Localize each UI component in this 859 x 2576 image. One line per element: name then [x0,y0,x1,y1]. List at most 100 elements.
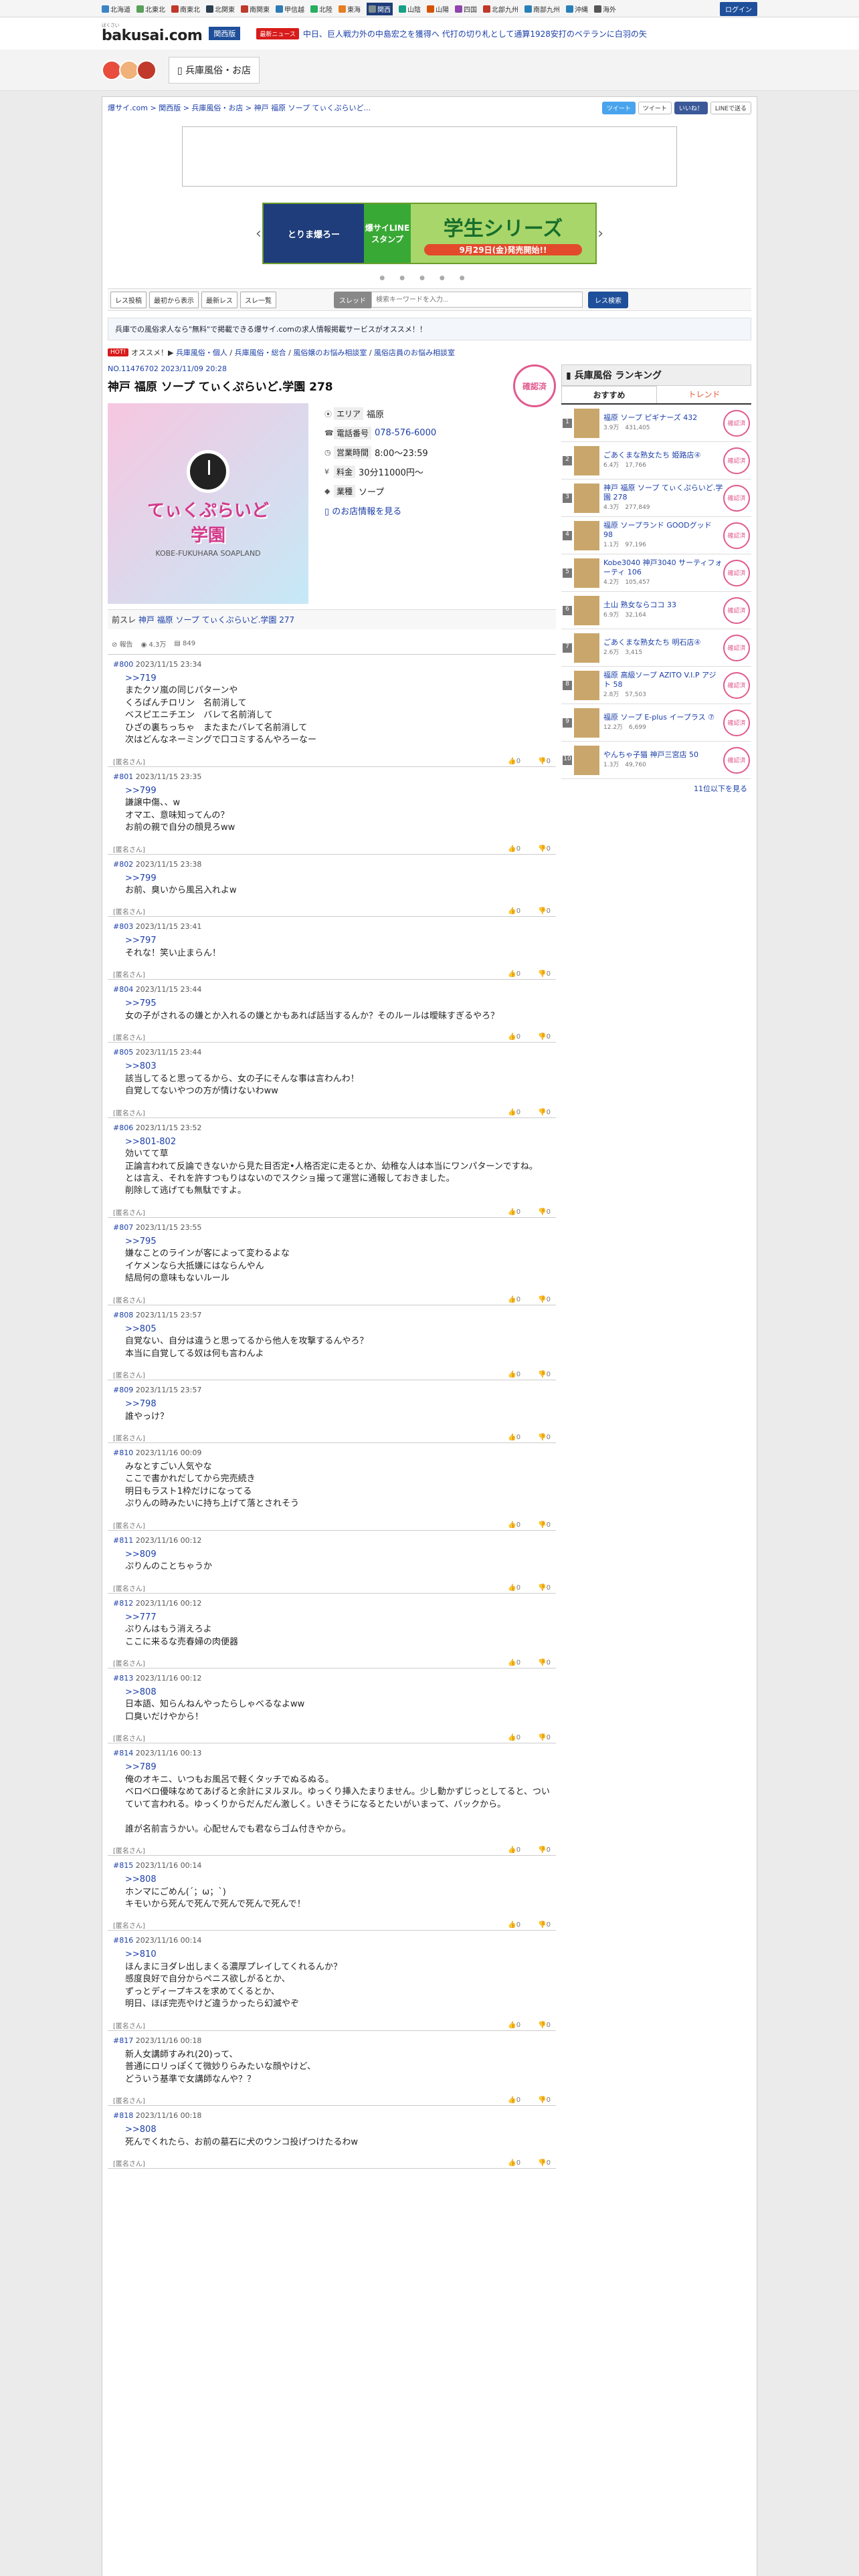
region-link[interactable]: 沖縄 [566,4,588,14]
chevron-left-icon[interactable]: ‹ [256,225,262,242]
thumbs-down-button[interactable]: 👎0 [538,1584,551,1592]
thumbs-down-button[interactable]: 👎0 [538,907,551,915]
shop-thumbnail[interactable] [574,558,599,588]
post-number[interactable]: #807 [113,1223,133,1232]
tweet-button[interactable]: ツイート [638,101,672,114]
ranking-title-link[interactable]: Kobe3040 神戸3040 サーティフォーティ 106 [603,558,722,576]
thumbs-up-button[interactable]: 👍0 [508,845,520,853]
reply-anchor-link[interactable]: >>799 [125,786,157,796]
thumbs-down-button[interactable]: 👎0 [538,1033,551,1041]
post-number[interactable]: #818 [113,2111,133,2120]
shop-thumbnail[interactable] [574,745,599,775]
region-link[interactable]: 四国 [455,4,477,14]
ranking-item[interactable]: 7 ごあくまな熟女たち 明石店④ 2.6万 3,415 確認済 [561,629,751,667]
report-button[interactable]: ⊘ 報告 [112,639,133,649]
post-number[interactable]: #804 [113,985,133,994]
reply-anchor-link[interactable]: >>801-802 [125,1137,176,1147]
reply-anchor-link[interactable]: >>808 [125,1874,157,1885]
ranking-title-link[interactable]: 福原 高級ソープ AZITO V.I.P アジト 58 [603,671,717,689]
carousel-dots[interactable]: ●●●●● [108,275,751,282]
post-number[interactable]: #800 [113,660,133,669]
ranking-item[interactable]: 6 土山 熟女ならココ 33 6.9万 32,164 確認済 [561,592,751,629]
reply-anchor-link[interactable]: >>795 [125,1237,157,1247]
region-link[interactable]: 海外 [594,4,616,14]
region-link[interactable]: 南関東 [241,4,270,14]
thumbs-up-button[interactable]: 👍0 [508,1109,520,1116]
thumbs-up-button[interactable]: 👍0 [508,1434,520,1441]
ranking-title-link[interactable]: 土山 熟女ならココ 33 [603,601,676,609]
ranking-more-link[interactable]: 11位以下を見る [694,784,747,793]
post-number[interactable]: #808 [113,1311,133,1319]
ranking-item[interactable]: 8 福原 高級ソープ AZITO V.I.P アジト 58 2.8万 57,503 確… [561,667,751,704]
thumbs-up-button[interactable]: 👍0 [508,1659,520,1667]
category-tab[interactable]: ▯ 兵庫風俗・お店 [169,57,260,84]
hot-link[interactable]: 兵庫風俗・総合 [235,348,286,357]
post-number[interactable]: #809 [113,1386,133,1394]
tel-link[interactable]: 078-576-6000 [375,428,436,438]
region-badge[interactable]: 関西版 [209,27,241,40]
region-link[interactable]: 南部九州 [524,4,560,14]
region-link[interactable]: 甲信越 [276,4,304,14]
post-number[interactable]: #803 [113,922,133,931]
thumbs-up-button[interactable]: 👍0 [508,1371,520,1378]
reply-anchor-link[interactable]: >>805 [125,1324,157,1334]
post-number[interactable]: #813 [113,1674,133,1683]
prev-thread-link[interactable]: 神戸 福原 ソープ てぃくぷらいど.学園 277 [138,615,294,625]
ranking-title-link[interactable]: ごあくまな熟女たち 姫路店④ [603,451,700,459]
banner-carousel[interactable]: ‹ とりま爆ろー 爆サイLINEスタンプ 学生シリーズ 9月29日(金)発売開始!… [256,200,603,267]
post-number[interactable]: #810 [113,1448,133,1457]
login-button[interactable]: ログイン [720,1,757,16]
reply-anchor-link[interactable]: >>719 [125,673,157,683]
reply-anchor-link[interactable]: >>810 [125,1949,157,1959]
post-number[interactable]: #801 [113,772,133,781]
post-number[interactable]: #811 [113,1536,133,1545]
ranking-title-link[interactable]: 福原 ソープランド GOODグッド 98 [603,521,712,539]
thumbs-up-button[interactable]: 👍0 [508,1734,520,1741]
thumbs-down-button[interactable]: 👎0 [538,1371,551,1378]
region-link[interactable]: 南東北 [171,4,200,14]
hot-link[interactable]: 風俗嬢のお悩み相談室 [293,348,367,357]
shop-logo-image[interactable]: てぃくぷらいど 学園 KOBE-FUKUHARA SOAPLAND [108,403,308,604]
thumbs-down-button[interactable]: 👎0 [538,2097,551,2104]
shop-thumbnail[interactable] [574,483,599,513]
reply-anchor-link[interactable]: >>798 [125,1399,157,1409]
ranking-item[interactable]: 2 ごあくまな熟女たち 姫路店④ 6.4万 17,766 確認済 [561,442,751,479]
post-number[interactable]: #816 [113,1936,133,1945]
site-logo[interactable]: ばくさい bakusai.com [102,23,203,43]
thumbs-up-button[interactable]: 👍0 [508,1921,520,1929]
region-link[interactable]: 山陽 [427,4,449,14]
post-number[interactable]: #805 [113,1048,133,1057]
post-number[interactable]: #817 [113,2036,133,2045]
reply-anchor-link[interactable]: >>799 [125,873,157,883]
thumbs-down-button[interactable]: 👎0 [538,2022,551,2029]
ranking-item[interactable]: 1 福原 ソープ ピギナーズ 432 3.9万 431,405 確認済 [561,405,751,442]
ranking-item[interactable]: 10 やんちゃ子猫 神戸三宮店 50 1.3万 49,760 確認済 [561,742,751,779]
shop-thumbnail[interactable] [574,520,599,550]
thumbs-down-button[interactable]: 👎0 [538,1208,551,1216]
reply-anchor-link[interactable]: >>803 [125,1061,157,1071]
banner-image[interactable]: とりま爆ろー 爆サイLINEスタンプ 学生シリーズ 9月29日(金)発売開始!! [262,203,597,264]
ranking-item[interactable]: 3 神戸 福原 ソープ てぃくぷらいど.学園 278 4.3万 277,849 確認済 [561,479,751,517]
thumbs-down-button[interactable]: 👎0 [538,1846,551,1854]
thread-list-button[interactable]: スレ一覧 [240,291,276,308]
thumbs-up-button[interactable]: 👍0 [508,1521,520,1529]
ranking-title-link[interactable]: ごあくまな熟女たち 明石店④ [603,638,700,647]
thumbs-up-button[interactable]: 👍0 [508,1208,520,1216]
ranking-item[interactable]: 4 福原 ソープランド GOODグッド 98 1.1万 97,196 確認済 [561,517,751,554]
post-number[interactable]: #802 [113,860,133,869]
thumbs-down-button[interactable]: 👎0 [538,1921,551,1929]
job-promo-link[interactable]: 兵庫での風俗求人なら"無料"で掲載できる爆サイ.comの求人情報掲載サービスがオ… [108,318,751,340]
post-number[interactable]: #806 [113,1123,133,1132]
thumbs-down-button[interactable]: 👎0 [538,970,551,978]
region-link[interactable]: 北海道 [102,4,130,14]
reply-anchor-link[interactable]: >>777 [125,1612,157,1622]
shop-thumbnail[interactable] [574,708,599,738]
thumbs-up-button[interactable]: 👍0 [508,1033,520,1041]
post-number[interactable]: #815 [113,1861,133,1870]
post-number[interactable]: #812 [113,1599,133,1608]
thumbs-up-button[interactable]: 👍0 [508,2022,520,2029]
ranking-item[interactable]: 9 福原 ソープ E-plus イープラス ⑦ 12.2万 6,699 確認済 [561,704,751,742]
shop-thumbnail[interactable] [574,408,599,438]
region-link[interactable]: 山陰 [399,4,421,14]
reply-anchor-link[interactable]: >>808 [125,1687,157,1697]
